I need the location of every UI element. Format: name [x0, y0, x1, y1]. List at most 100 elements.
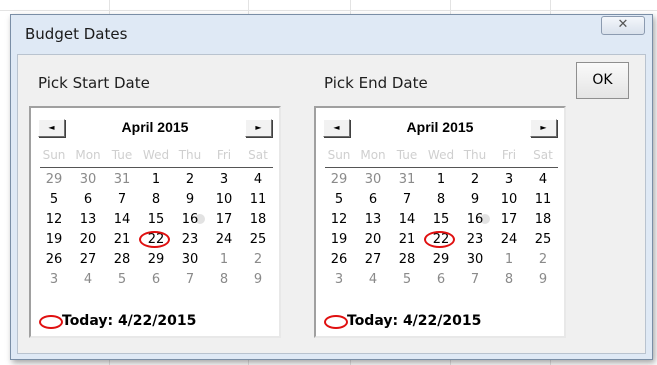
day-cell[interactable]: 1	[139, 170, 173, 190]
day-cell[interactable]: 2	[458, 170, 492, 190]
day-cell[interactable]: 16	[173, 210, 207, 230]
day-cell[interactable]: 22	[139, 230, 173, 250]
day-cell[interactable]: 13	[356, 210, 390, 230]
day-cell[interactable]: 20	[356, 230, 390, 250]
day-cell[interactable]: 24	[492, 230, 526, 250]
day-cell[interactable]: 2	[241, 250, 275, 270]
day-cell[interactable]: 11	[526, 190, 560, 210]
day-cell[interactable]: 12	[37, 210, 71, 230]
day-cell[interactable]: 8	[139, 190, 173, 210]
day-cell[interactable]: 8	[492, 270, 526, 290]
day-cell[interactable]: 27	[356, 250, 390, 270]
day-cell[interactable]: 15	[139, 210, 173, 230]
day-cell[interactable]: 4	[241, 170, 275, 190]
day-cell[interactable]: 1	[207, 250, 241, 270]
day-number: 2	[185, 172, 195, 187]
day-cell[interactable]: 23	[173, 230, 207, 250]
end-prev-month-button[interactable]: ◄	[323, 119, 350, 137]
day-number: 25	[249, 232, 267, 247]
day-cell[interactable]: 6	[71, 190, 105, 210]
day-cell[interactable]: 17	[207, 210, 241, 230]
day-cell[interactable]: 30	[458, 250, 492, 270]
day-cell[interactable]: 17	[492, 210, 526, 230]
start-prev-month-button[interactable]: ◄	[38, 119, 65, 137]
day-cell[interactable]: 22	[424, 230, 458, 250]
day-cell[interactable]: 19	[37, 230, 71, 250]
day-cell[interactable]: 15	[424, 210, 458, 230]
day-cell[interactable]: 14	[105, 210, 139, 230]
day-number: 9	[185, 192, 195, 207]
day-cell[interactable]: 31	[390, 170, 424, 190]
day-cell[interactable]: 16	[458, 210, 492, 230]
day-cell[interactable]: 20	[71, 230, 105, 250]
day-cell[interactable]: 1	[492, 250, 526, 270]
day-cell[interactable]: 25	[241, 230, 275, 250]
day-cell[interactable]: 7	[458, 270, 492, 290]
day-cell[interactable]: 5	[390, 270, 424, 290]
day-cell[interactable]: 23	[458, 230, 492, 250]
day-cell[interactable]: 3	[492, 170, 526, 190]
day-cell[interactable]: 14	[390, 210, 424, 230]
day-cell[interactable]: 25	[526, 230, 560, 250]
end-next-month-button[interactable]: ►	[530, 119, 557, 137]
dialog-title: Budget Dates	[25, 25, 128, 43]
ok-button[interactable]: OK	[576, 62, 629, 99]
day-cell[interactable]: 28	[105, 250, 139, 270]
day-cell[interactable]: 31	[105, 170, 139, 190]
day-cell[interactable]: 9	[526, 270, 560, 290]
day-cell[interactable]: 21	[390, 230, 424, 250]
day-cell[interactable]: 10	[207, 190, 241, 210]
day-cell[interactable]: 3	[322, 270, 356, 290]
day-cell[interactable]: 5	[322, 190, 356, 210]
day-cell[interactable]: 6	[356, 190, 390, 210]
day-cell[interactable]: 4	[356, 270, 390, 290]
day-cell[interactable]: 18	[526, 210, 560, 230]
right-arrow-icon: ►	[255, 123, 262, 132]
day-cell[interactable]: 5	[37, 190, 71, 210]
day-cell[interactable]: 28	[390, 250, 424, 270]
weekday-label: Mon	[75, 148, 101, 162]
day-cell[interactable]: 2	[173, 170, 207, 190]
day-cell[interactable]: 26	[322, 250, 356, 270]
day-cell[interactable]: 29	[322, 170, 356, 190]
day-cell[interactable]: 7	[390, 190, 424, 210]
close-button[interactable]: ✕	[601, 16, 645, 35]
day-cell[interactable]: 4	[71, 270, 105, 290]
day-cell[interactable]: 30	[173, 250, 207, 270]
day-cell[interactable]: 26	[37, 250, 71, 270]
day-cell[interactable]: 29	[37, 170, 71, 190]
day-cell[interactable]: 27	[71, 250, 105, 270]
day-number: 5	[334, 192, 344, 207]
day-cell[interactable]: 4	[526, 170, 560, 190]
day-cell[interactable]: 7	[105, 190, 139, 210]
day-cell[interactable]: 9	[458, 190, 492, 210]
day-cell[interactable]: 12	[322, 210, 356, 230]
day-cell[interactable]: 6	[424, 270, 458, 290]
start-next-month-button[interactable]: ►	[245, 119, 272, 137]
day-cell[interactable]: 30	[71, 170, 105, 190]
day-cell[interactable]: 8	[207, 270, 241, 290]
day-cell[interactable]: 7	[173, 270, 207, 290]
day-cell[interactable]: 18	[241, 210, 275, 230]
day-cell[interactable]: 9	[241, 270, 275, 290]
day-cell[interactable]: 8	[424, 190, 458, 210]
day-cell[interactable]: 24	[207, 230, 241, 250]
day-cell[interactable]: 1	[424, 170, 458, 190]
day-cell[interactable]: 5	[105, 270, 139, 290]
day-cell[interactable]: 9	[173, 190, 207, 210]
day-number: 11	[534, 192, 552, 207]
day-cell[interactable]: 29	[139, 250, 173, 270]
day-cell[interactable]: 11	[241, 190, 275, 210]
day-cell[interactable]: 19	[322, 230, 356, 250]
day-cell[interactable]: 3	[37, 270, 71, 290]
day-cell[interactable]: 3	[207, 170, 241, 190]
day-cell[interactable]: 13	[71, 210, 105, 230]
day-cell[interactable]: 30	[356, 170, 390, 190]
end-today-text: Today: 4/22/2015	[347, 313, 482, 329]
day-number: 26	[330, 252, 348, 267]
day-cell[interactable]: 10	[492, 190, 526, 210]
day-cell[interactable]: 29	[424, 250, 458, 270]
day-cell[interactable]: 21	[105, 230, 139, 250]
day-cell[interactable]: 6	[139, 270, 173, 290]
day-cell[interactable]: 2	[526, 250, 560, 270]
